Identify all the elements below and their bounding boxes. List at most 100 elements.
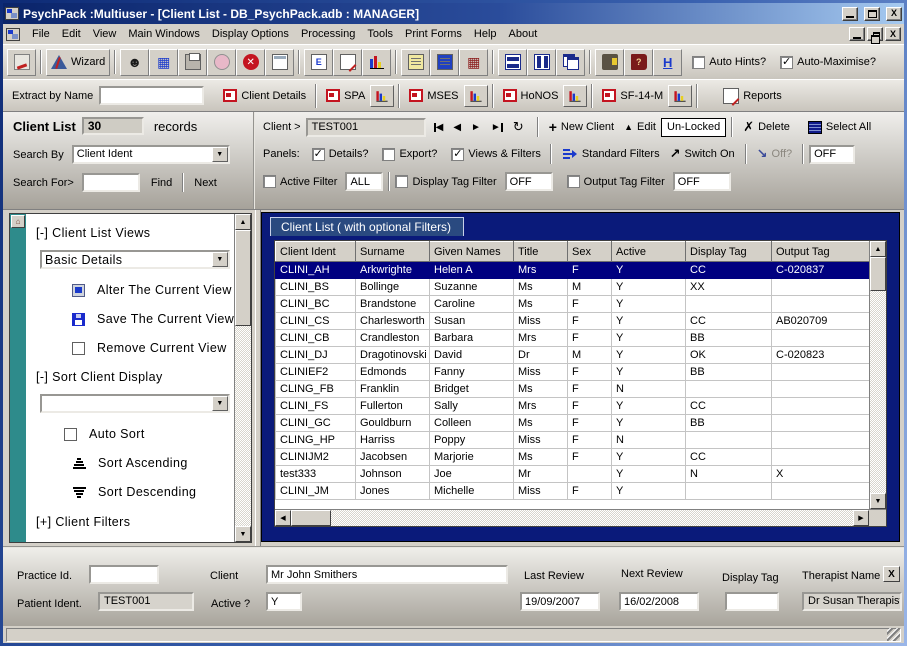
print-button[interactable]: [178, 49, 207, 76]
menu-file[interactable]: File: [26, 26, 56, 42]
remove-view-checkbox[interactable]: [72, 342, 85, 355]
output-tag-filter-checkbox[interactable]: [567, 175, 580, 188]
column-header[interactable]: Given Names: [430, 242, 514, 262]
minimize-button[interactable]: [842, 7, 858, 21]
client-list-views-section[interactable]: [-] Client List Views: [36, 226, 232, 240]
column-header[interactable]: Sex: [568, 242, 612, 262]
alter-view-item[interactable]: Alter The Current View: [72, 283, 232, 297]
table-row[interactable]: test333JohnsonJoeMrYNX: [276, 466, 870, 483]
sf14m-button[interactable]: SF-14-M: [597, 82, 668, 109]
view-combo[interactable]: Basic Details ▼: [40, 250, 230, 269]
switch-on-button[interactable]: ↗Switch On: [665, 144, 740, 164]
next-button[interactable]: Next: [189, 175, 222, 191]
table-scroll-left-button[interactable]: ◀: [275, 510, 291, 526]
column-header[interactable]: Output Tag: [772, 242, 870, 262]
table-row[interactable]: CLINIJM2JacobsenMarjorieMsFYCC: [276, 449, 870, 466]
tile-vertical-button[interactable]: [527, 49, 556, 76]
table-row[interactable]: CLINI_AHArkwrighteHelen AMrsFYCCC-020837: [276, 262, 870, 279]
cancel-button[interactable]: ✕: [236, 49, 265, 76]
scroll-up-button[interactable]: ▲: [235, 214, 251, 230]
close-button[interactable]: X: [886, 7, 902, 21]
search-by-dropdown-button[interactable]: ▼: [212, 147, 228, 162]
sort-combo-dropdown-button[interactable]: ▼: [212, 396, 228, 411]
graph-button[interactable]: [362, 49, 391, 76]
table-row[interactable]: CLINI_DJDragotinovskiDavidDrMYOKC-020823: [276, 347, 870, 364]
reports-button[interactable]: Reports: [718, 82, 787, 109]
sort-ascending-item[interactable]: Sort Ascending: [72, 456, 232, 470]
column-header[interactable]: Active: [612, 242, 686, 262]
menu-view[interactable]: View: [87, 26, 123, 42]
select-all-button[interactable]: Select All: [803, 119, 876, 136]
table-row[interactable]: CLING_HPHarrissPoppyMissFN: [276, 432, 870, 449]
remove-view-item[interactable]: Remove Current View: [72, 341, 232, 355]
display-tag-filter-checkbox[interactable]: [395, 175, 408, 188]
table-row[interactable]: CLINI_GCGouldburnColleenMsFYBB: [276, 415, 870, 432]
table-row[interactable]: CLINI_JMJonesMichelleMissFY: [276, 483, 870, 500]
next-review-input[interactable]: [619, 592, 699, 611]
client-name-input[interactable]: [266, 565, 508, 584]
menu-print-forms[interactable]: Print Forms: [399, 26, 468, 42]
extract-by-name-input[interactable]: [99, 86, 204, 105]
new-client-button[interactable]: +New Client: [544, 117, 619, 137]
menu-processing[interactable]: Processing: [295, 26, 361, 42]
alerts-button[interactable]: [207, 49, 236, 76]
sort-descending-item[interactable]: Sort Descending: [72, 485, 232, 499]
spa-chart-button[interactable]: [370, 85, 394, 107]
table-scroll-up-button[interactable]: ▲: [870, 241, 886, 257]
app-icon[interactable]: [5, 7, 19, 20]
menu-edit[interactable]: Edit: [56, 26, 87, 42]
table-row[interactable]: CLINI_CSCharlesworthSusanMissFYCCAB02070…: [276, 313, 870, 330]
card-view-button[interactable]: [265, 49, 294, 76]
sidebar-pin-button[interactable]: ⌂: [11, 215, 25, 228]
table-row[interactable]: CLINIEF2EdmondsFannyMissFYBB: [276, 364, 870, 381]
menu-tools[interactable]: Tools: [361, 26, 399, 42]
column-header[interactable]: Display Tag: [686, 242, 772, 262]
export-checkbox[interactable]: [382, 148, 395, 161]
table-scroll-down-button[interactable]: ▼: [870, 493, 886, 509]
nav-last-button[interactable]: ►: [491, 122, 503, 133]
sidebar-scrollbar[interactable]: ▲ ▼: [234, 214, 251, 542]
column-header[interactable]: Title: [514, 242, 568, 262]
calculator-button[interactable]: ▦: [459, 49, 488, 76]
client-list-button[interactable]: ▦: [149, 49, 178, 76]
auto-sort-checkbox[interactable]: [64, 428, 77, 441]
details-checkbox[interactable]: [312, 148, 325, 161]
auto-sort-item[interactable]: Auto Sort: [64, 427, 232, 441]
find-button[interactable]: Find: [146, 175, 177, 191]
scroll-down-button[interactable]: ▼: [235, 526, 251, 542]
display-tag-input[interactable]: [725, 592, 779, 611]
records-button[interactable]: [430, 49, 459, 76]
table-row[interactable]: CLINI_BSBollingeSuzanneMsMYXX: [276, 279, 870, 296]
resize-grip[interactable]: [887, 628, 900, 641]
switch-off-button[interactable]: ↘Off?: [752, 144, 798, 164]
client-list-tab[interactable]: Client List ( with optional Filters): [270, 217, 464, 236]
sort-client-display-section[interactable]: [-] Sort Client Display: [36, 370, 232, 384]
current-client-field[interactable]: TEST001: [306, 118, 426, 137]
auto-maximise-checkbox[interactable]: [780, 56, 793, 69]
save-view-item[interactable]: Save The Current View: [72, 312, 232, 326]
delete-client-button[interactable]: ✗Delete: [738, 117, 795, 137]
nav-prev-button[interactable]: ◀: [453, 122, 461, 133]
table-scroll-right-button[interactable]: ▶: [853, 510, 869, 526]
honos-chart-button[interactable]: [563, 85, 587, 107]
therapist-clear-button[interactable]: X: [883, 566, 900, 582]
honos-button[interactable]: HoNOS: [498, 82, 564, 109]
active-filter-checkbox[interactable]: [263, 175, 276, 188]
nav-first-button[interactable]: ◀: [434, 122, 444, 133]
last-review-input[interactable]: [520, 592, 600, 611]
help-book-button[interactable]: ?: [624, 49, 653, 76]
table-horizontal-scrollbar[interactable]: ◀ ▶: [275, 509, 886, 526]
mses-button[interactable]: MSES: [404, 82, 463, 109]
hints-button[interactable]: H: [653, 49, 682, 76]
table-row[interactable]: CLINI_BCBrandstoneCarolineMsFY: [276, 296, 870, 313]
column-header[interactable]: Surname: [356, 242, 430, 262]
table-row[interactable]: CLING_FBFranklinBridgetMsFN: [276, 381, 870, 398]
client-filters-section[interactable]: [+] Client Filters: [36, 515, 232, 529]
menu-main-windows[interactable]: Main Windows: [122, 26, 206, 42]
mdi-minimize-button[interactable]: [849, 27, 865, 41]
notes-button[interactable]: [401, 49, 430, 76]
auto-hints-checkbox[interactable]: [692, 56, 705, 69]
menu-display-options[interactable]: Display Options: [206, 26, 295, 42]
standard-filters-button[interactable]: Standard Filters: [557, 145, 665, 163]
table-row[interactable]: CLINI_CBCrandlestonBarbaraMrsFYBB: [276, 330, 870, 347]
